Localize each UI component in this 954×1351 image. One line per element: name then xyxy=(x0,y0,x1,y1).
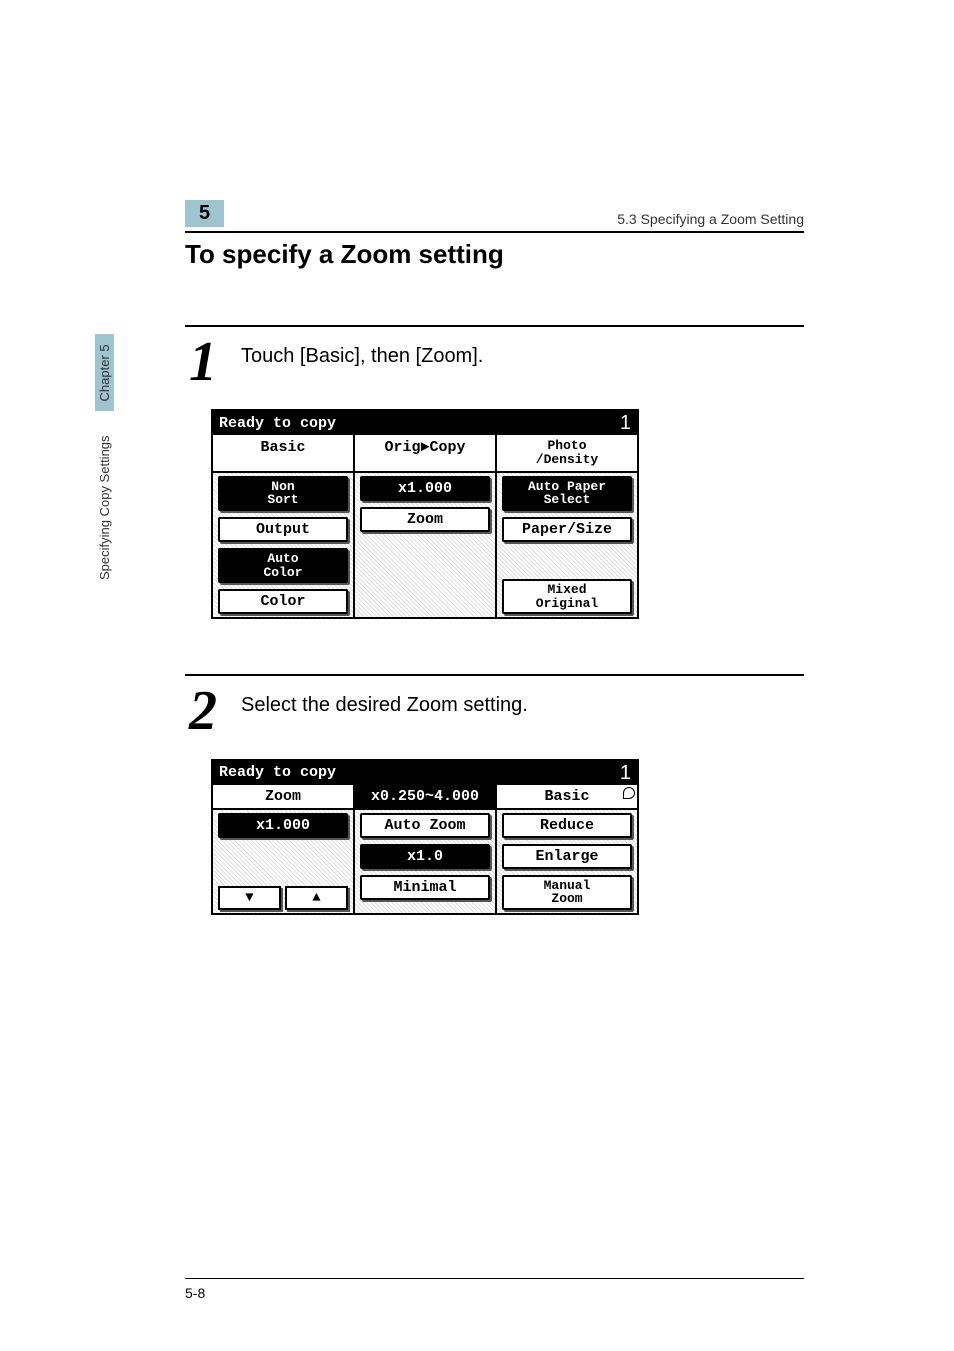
page-curl-icon xyxy=(623,787,635,799)
footer-rule xyxy=(185,1278,804,1279)
x1-button[interactable]: x1.0 xyxy=(360,844,490,869)
step-number-2: 2 xyxy=(185,686,217,736)
mixed-original-button[interactable]: Mixed Original xyxy=(502,579,632,614)
step-1-text: Touch [Basic], then [Zoom]. xyxy=(241,337,483,368)
running-head: 5.3 Specifying a Zoom Setting xyxy=(617,211,804,227)
zoom-range-label: x0.250~4.000 xyxy=(355,785,497,808)
reduce-button[interactable]: Reduce xyxy=(502,813,632,838)
lcd2-count: 1 xyxy=(620,763,631,783)
header-rule xyxy=(185,231,804,233)
tab-basic[interactable]: Basic xyxy=(213,435,355,470)
minimal-button[interactable]: Minimal xyxy=(360,875,490,900)
auto-color-button[interactable]: Auto Color xyxy=(218,548,348,583)
zoom-up-button[interactable]: ▲ xyxy=(285,886,348,910)
non-sort-button[interactable]: Non Sort xyxy=(218,476,348,511)
step-number-1: 1 xyxy=(185,337,217,387)
paper-size-button[interactable]: Paper/Size xyxy=(502,517,632,542)
side-tab-label: Specifying Copy Settings xyxy=(97,435,112,580)
page-number: 5-8 xyxy=(185,1285,205,1301)
chapter-number-box: 5 xyxy=(185,200,224,227)
section-title: To specify a Zoom setting xyxy=(185,239,804,270)
zoom-value-button[interactable]: x1.000 xyxy=(360,476,490,501)
side-tab: Specifying Copy Settings Chapter 5 xyxy=(95,334,114,580)
tab-orig-copy[interactable]: Orig►Copy xyxy=(355,435,497,470)
manual-zoom-button[interactable]: Manual Zoom xyxy=(502,875,632,910)
tab-basic-return-label: Basic xyxy=(544,788,589,805)
step-rule-2 xyxy=(185,674,804,676)
step-2-text: Select the desired Zoom setting. xyxy=(241,686,528,717)
zoom-button[interactable]: Zoom xyxy=(360,507,490,532)
lcd1-count: 1 xyxy=(620,413,631,433)
auto-paper-select-button[interactable]: Auto Paper Select xyxy=(502,476,632,511)
zoom-down-button[interactable]: ▼ xyxy=(218,886,281,910)
color-button[interactable]: Color xyxy=(218,589,348,614)
auto-zoom-button[interactable]: Auto Zoom xyxy=(360,813,490,838)
output-button[interactable]: Output xyxy=(218,517,348,542)
lcd-screenshot-2: Ready to copy 1 Zoom x0.250~4.000 Basic … xyxy=(211,759,639,915)
enlarge-button[interactable]: Enlarge xyxy=(502,844,632,869)
lcd2-status: Ready to copy xyxy=(219,764,336,781)
step-rule xyxy=(185,325,804,327)
lcd1-status: Ready to copy xyxy=(219,415,336,432)
tab-photo-density[interactable]: Photo /Density xyxy=(497,435,637,470)
tab-basic-return[interactable]: Basic xyxy=(497,785,637,808)
lcd-screenshot-1: Ready to copy 1 Basic Orig►Copy Photo /D… xyxy=(211,409,639,619)
zoom-current-value[interactable]: x1.000 xyxy=(218,813,348,838)
side-tab-chapter: Chapter 5 xyxy=(95,334,114,411)
tab-zoom[interactable]: Zoom xyxy=(213,785,355,808)
